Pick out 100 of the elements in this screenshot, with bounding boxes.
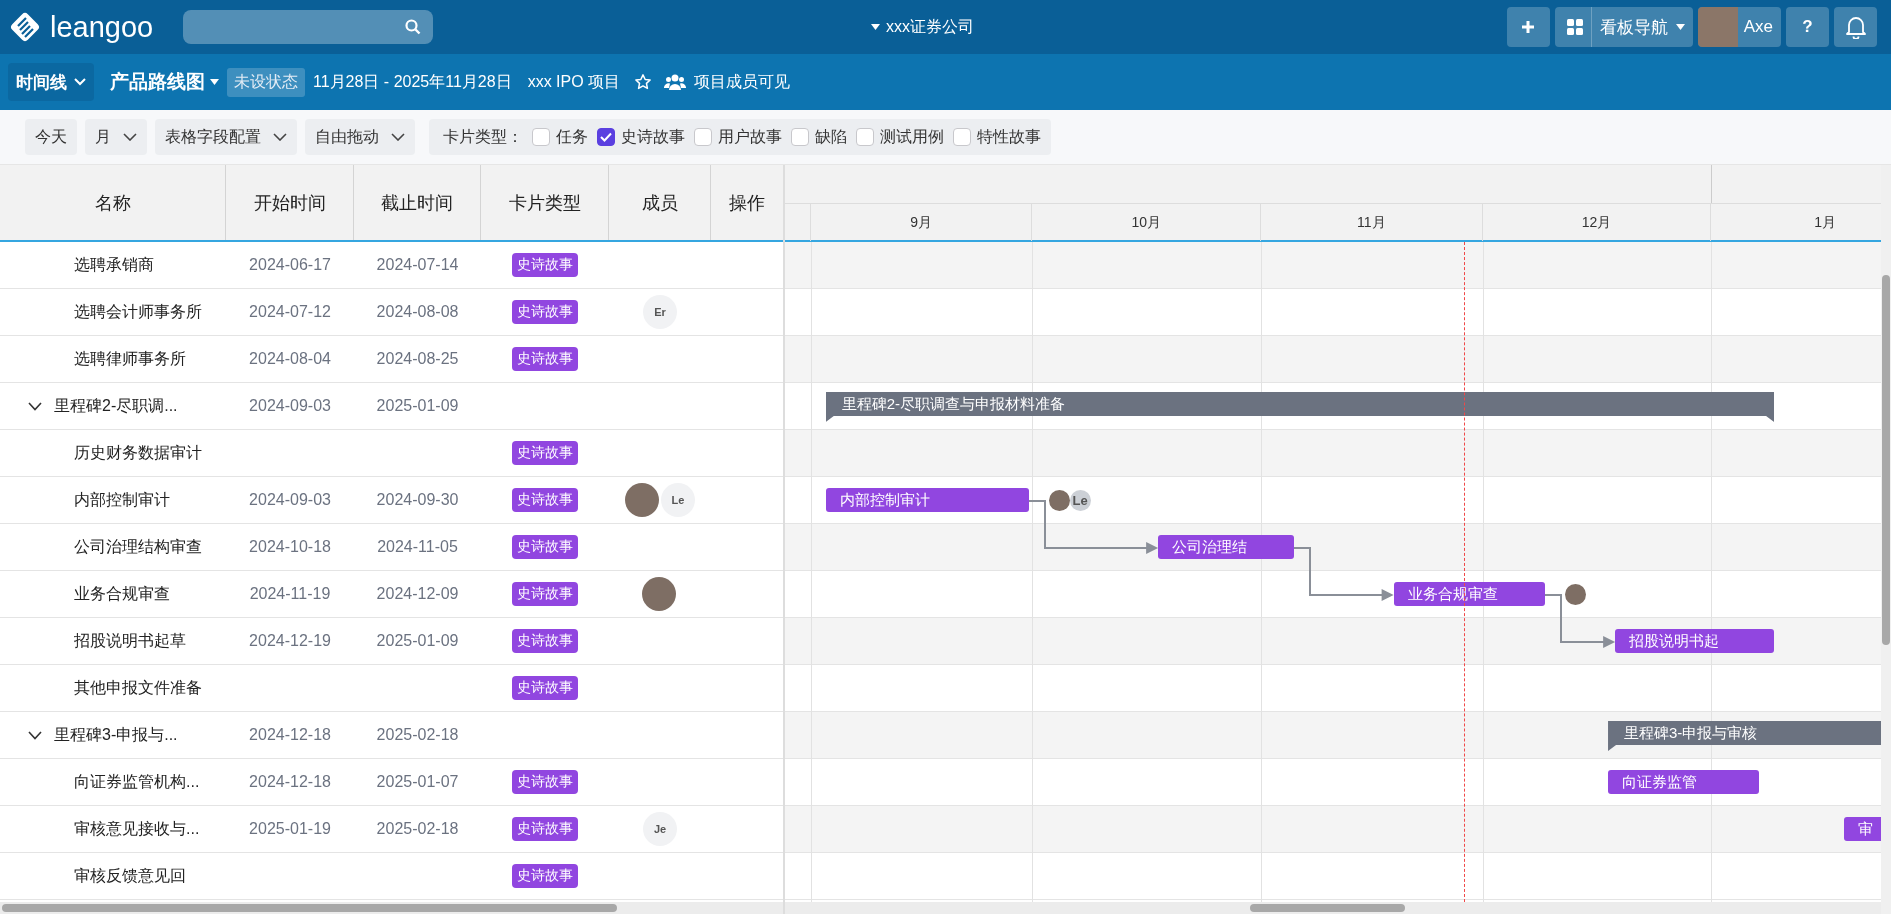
task-bar[interactable]: 业务合规审查 [1394, 582, 1546, 606]
card-type-tag: 史诗故事 [512, 629, 578, 653]
end-date: 2024-07-14 [376, 256, 459, 274]
card-name[interactable]: 审核意见接收与... [74, 818, 200, 840]
date-range: 11月28日 - 2025年11月28日 [313, 71, 512, 92]
task-bar[interactable]: 内部控制审计 [825, 488, 1029, 512]
start-date: 2024-12-18 [249, 773, 331, 791]
add-button[interactable] [1506, 7, 1550, 47]
milestone-name[interactable]: 里程碑2-尽职调... [54, 395, 178, 417]
start-date: 2024-10-18 [249, 538, 331, 556]
card-type-tag: 史诗故事 [512, 300, 578, 324]
task-bar[interactable]: 向证券监管 [1608, 770, 1760, 794]
card-name[interactable]: 历史财务数据审计 [74, 442, 202, 464]
scrollbar-thumb[interactable] [1882, 275, 1890, 645]
board-navigation-button[interactable]: 看板导航 [1554, 7, 1693, 47]
scrollbar-thumb[interactable] [2, 904, 617, 912]
chevron-down-icon [74, 78, 86, 86]
card-type-tag: 史诗故事 [512, 817, 578, 841]
card-type-checkbox[interactable]: 用户故事 [694, 126, 782, 148]
scrollbar-thumb[interactable] [1250, 904, 1405, 912]
member-avatar: Le [1069, 490, 1091, 511]
chevron-down-icon [123, 133, 137, 141]
visibility-label: 项目成员可见 [694, 71, 791, 92]
caret-icon [1675, 24, 1685, 30]
milestone-bar[interactable]: 里程碑3-申报与审核 [1608, 721, 1881, 751]
chevron-down-icon[interactable] [28, 401, 42, 411]
card-type-tag: 史诗故事 [512, 535, 578, 559]
card-type-tag: 史诗故事 [512, 253, 578, 277]
avatar-photo-placeholder [642, 577, 676, 611]
search-icon [405, 19, 422, 35]
start-date: 2024-08-04 [249, 350, 331, 368]
bell-icon [1844, 15, 1867, 39]
board-dropdown[interactable]: 产品路线图 [110, 69, 219, 95]
task-bar[interactable]: 招股说明书起 [1615, 629, 1775, 653]
column-header[interactable]: 截止时间 [354, 165, 481, 240]
start-date: 2024-12-19 [249, 632, 331, 650]
star-icon[interactable] [634, 73, 653, 91]
column-header[interactable]: 操作 [711, 165, 783, 240]
card-type-tag: 史诗故事 [512, 864, 578, 888]
view-dropdown[interactable]: 时间线 [8, 63, 94, 101]
end-date: 2024-08-25 [376, 350, 459, 368]
search-field[interactable] [183, 10, 434, 44]
dropdown-button[interactable]: 表格字段配置 [155, 119, 297, 155]
task-bar[interactable]: 审 [1844, 817, 1881, 841]
member-avatar: Le [661, 483, 695, 517]
caret-icon [210, 79, 219, 85]
card-name[interactable]: 向证券监管机构... [74, 771, 200, 793]
card-type-tag: 史诗故事 [512, 441, 578, 465]
brand-name: leangoo [50, 10, 154, 44]
end-date: 2025-02-18 [376, 726, 459, 744]
column-header[interactable]: 开始时间 [226, 165, 354, 240]
help-button[interactable]: ? [1786, 7, 1829, 47]
card-type-checkbox[interactable]: 测试用例 [856, 126, 944, 148]
dropdown-button[interactable]: 自由拖动 [305, 119, 415, 155]
chevron-down-icon[interactable] [28, 730, 42, 740]
plus-icon [1521, 20, 1536, 34]
end-date: 2024-08-08 [376, 303, 459, 321]
column-header[interactable]: 成员 [609, 165, 711, 240]
start-date: 2024-09-03 [249, 397, 331, 415]
card-name[interactable]: 其他申报文件准备 [74, 677, 202, 699]
start-date: 2024-12-18 [249, 726, 331, 744]
milestone-bar[interactable]: 里程碑2-尽职调查与申报材料准备 [825, 392, 1775, 422]
avatar-photo-placeholder [1565, 584, 1587, 605]
card-name[interactable]: 审核反馈意见回 [74, 865, 186, 887]
card-name[interactable]: 选聘律师事务所 [74, 348, 186, 370]
chevron-down-icon [273, 133, 287, 141]
milestone-name[interactable]: 里程碑3-申报与... [54, 724, 178, 746]
end-date: 2024-11-05 [377, 538, 458, 556]
card-name[interactable]: 公司治理结构审查 [74, 536, 202, 558]
task-bar[interactable]: 公司治理结 [1157, 535, 1295, 559]
chevron-down-icon [391, 133, 405, 141]
start-date: 2024-09-03 [249, 491, 331, 509]
start-date: 2024-07-12 [249, 303, 331, 321]
checkbox[interactable] [597, 128, 615, 146]
card-type-tag: 史诗故事 [512, 347, 578, 371]
avatar-photo-placeholder [1697, 7, 1738, 47]
card-type-checkbox[interactable]: 史诗故事 [597, 126, 685, 148]
month-label: 10月 [1131, 213, 1162, 232]
card-name[interactable]: 选聘承销商 [74, 254, 154, 276]
card-type-checkbox[interactable]: 缺陷 [791, 126, 847, 148]
dropdown-button[interactable]: 月 [85, 119, 147, 155]
card-type-checkbox[interactable]: 特性故事 [953, 126, 1041, 148]
card-name[interactable]: 内部控制审计 [74, 489, 170, 511]
card-name[interactable]: 选聘会计师事务所 [74, 301, 202, 323]
today-button[interactable]: 今天 [25, 119, 77, 155]
avatar-photo-placeholder [1048, 490, 1070, 511]
card-name[interactable]: 招股说明书起草 [74, 630, 186, 652]
month-label: 9月 [910, 213, 933, 232]
notifications-button[interactable] [1834, 7, 1877, 47]
organization-dropdown[interactable]: xxx证券公司 [865, 15, 980, 39]
start-date: 2024-06-17 [249, 256, 331, 274]
card-type-checkbox[interactable]: 任务 [532, 126, 588, 148]
column-header[interactable]: 名称 [0, 165, 226, 240]
column-header[interactable]: 卡片类型 [481, 165, 609, 240]
card-type-tag: 史诗故事 [512, 582, 578, 606]
card-name[interactable]: 业务合规审查 [74, 583, 170, 605]
end-date: 2025-01-09 [376, 632, 459, 650]
end-date: 2024-09-30 [376, 491, 459, 509]
card-type-tag: 史诗故事 [512, 770, 578, 794]
user-menu-button[interactable]: Axe [1697, 7, 1781, 47]
